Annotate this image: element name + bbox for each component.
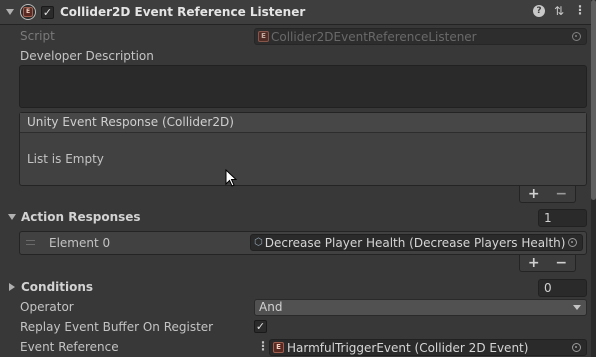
unity-event-remove-button[interactable]: − <box>555 187 567 201</box>
developer-description-label: Developer Description <box>20 49 154 63</box>
conditions-foldout-icon[interactable] <box>9 283 15 291</box>
unity-event-list: Unity Event Response (Collider2D) List i… <box>19 112 587 186</box>
unity-event-header-label: Unity Event Response (Collider2D) <box>27 115 234 129</box>
help-icon[interactable]: ? <box>533 5 545 17</box>
element-0-label: Element 0 <box>49 236 111 250</box>
more-icon[interactable]: ⋮ <box>574 3 586 17</box>
scrollbar-thumb[interactable] <box>591 0 596 200</box>
script-component-icon: E <box>20 4 36 20</box>
event-reference-value: HarmfulTriggerEvent (Collider 2D Event) <box>287 340 529 355</box>
element-0-value: Decrease Player Health (Decrease Players… <box>264 235 566 250</box>
unity-event-add-button[interactable]: + <box>528 187 540 201</box>
replay-buffer-checkbox[interactable]: ✓ <box>254 320 267 333</box>
conditions-label: Conditions <box>21 280 94 294</box>
object-picker-icon[interactable] <box>572 343 581 352</box>
event-reference-label: Event Reference <box>20 340 119 354</box>
mouse-cursor-icon <box>225 169 238 187</box>
component-title: Collider2D Event Reference Listener <box>60 5 306 19</box>
event-asset-icon: E <box>273 342 284 353</box>
event-script-icon: E <box>23 7 33 17</box>
checkmark-icon: ✓ <box>42 6 53 19</box>
operator-dropdown[interactable]: And <box>254 299 587 316</box>
drag-handle-icon[interactable] <box>26 240 35 245</box>
element-0-field[interactable]: ⬡ Decrease Player Health (Decrease Playe… <box>250 234 583 251</box>
action-responses-foldout-icon[interactable] <box>8 214 16 220</box>
action-responses-size-field[interactable]: 1 <box>538 209 587 227</box>
unity-event-header: Unity Event Response (Collider2D) <box>20 113 586 133</box>
dropdown-arrow-icon <box>573 305 581 310</box>
conditions-size-field[interactable]: 0 <box>538 279 587 297</box>
script-asset-icon: E <box>258 31 269 42</box>
object-picker-icon[interactable] <box>568 238 577 247</box>
checkmark-icon: ✓ <box>255 320 266 333</box>
replay-buffer-label: Replay Event Buffer On Register <box>20 320 214 334</box>
operator-value: And <box>259 300 283 314</box>
developer-description-textarea[interactable] <box>19 65 587 108</box>
component-header[interactable]: E ✓ Collider2D Event Reference Listener … <box>0 0 596 25</box>
script-label: Script <box>20 29 55 43</box>
component-enabled-checkbox[interactable]: ✓ <box>41 6 54 19</box>
action-responses-add-button[interactable]: + <box>528 256 540 270</box>
action-responses-remove-button[interactable]: − <box>555 256 567 270</box>
presets-icon[interactable]: ⇅ <box>552 4 566 18</box>
script-field-value: Collider2DEventReferenceListener <box>271 29 477 44</box>
reference-options-icon[interactable]: ⋮ <box>257 339 269 353</box>
list-empty-text: List is Empty <box>27 152 104 166</box>
operator-label: Operator <box>20 300 74 314</box>
scrollbar-track[interactable] <box>591 0 596 357</box>
action-responses-label: Action Responses <box>21 210 141 224</box>
foldout-arrow-icon[interactable] <box>6 9 14 15</box>
event-reference-field[interactable]: E HarmfulTriggerEvent (Collider 2D Event… <box>269 339 587 356</box>
object-picker-icon <box>572 32 581 41</box>
scriptable-object-icon: ⬡ <box>254 237 263 248</box>
unity-event-footer: + − <box>519 186 576 203</box>
action-responses-footer: + − <box>519 255 576 272</box>
script-field: E Collider2DEventReferenceListener <box>254 28 587 45</box>
